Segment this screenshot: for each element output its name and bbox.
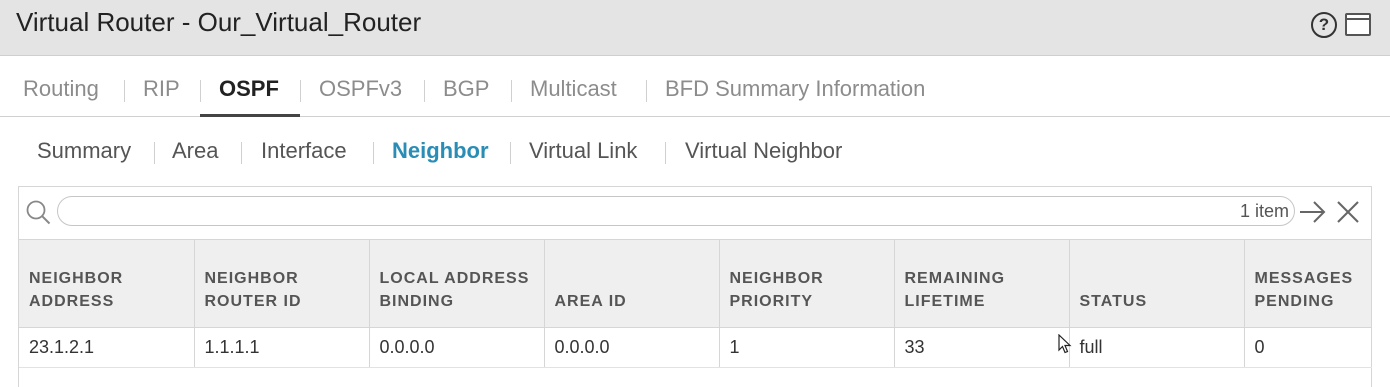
tab-divider: [511, 80, 512, 102]
cell-messages-pending: 0: [1244, 327, 1372, 368]
cell-neighbor-router-id: 1.1.1.1: [194, 327, 370, 368]
item-count: 1 item: [1239, 201, 1289, 221]
column-header-local-address-binding[interactable]: LOCAL ADDRESS BINDING: [369, 239, 545, 328]
tab-routing[interactable]: Routing: [23, 76, 99, 102]
tab-rip[interactable]: RIP: [143, 76, 180, 102]
cell-area-id: 0.0.0.0: [544, 327, 720, 368]
cell-neighbor-priority: 1: [719, 327, 895, 368]
tab-divider: [200, 80, 201, 102]
column-header-neighbor-address[interactable]: NEIGHBOR ADDRESS: [19, 239, 195, 328]
tab-divider: [646, 80, 647, 102]
window-titlebar: Virtual Router - Our_Virtual_Router ?: [0, 0, 1390, 56]
neighbor-grid-panel: 1 item NEIGHBOR ADDRESS NEIGHBOR ROUTER …: [18, 186, 1372, 387]
tab-divider: [373, 142, 374, 164]
column-header-messages-pending[interactable]: MESSAGES PENDING: [1244, 239, 1372, 328]
window-title: Virtual Router - Our_Virtual_Router: [16, 7, 422, 37]
cell-local-address-binding: 0.0.0.0: [369, 327, 545, 368]
column-header-remaining-lifetime[interactable]: REMAINING LIFETIME: [894, 239, 1070, 328]
tab-virtual-neighbor[interactable]: Virtual Neighbor: [685, 138, 842, 164]
grid-toolbar: 1 item: [19, 187, 1371, 239]
table-header-row: NEIGHBOR ADDRESS NEIGHBOR ROUTER ID LOCA…: [19, 239, 1372, 328]
tab-bgp[interactable]: BGP: [443, 76, 489, 102]
active-tab-underline: [200, 114, 300, 117]
column-header-status[interactable]: STATUS: [1069, 239, 1245, 328]
cell-neighbor-address: 23.1.2.1: [19, 327, 195, 368]
cell-status: full: [1069, 327, 1245, 368]
tab-divider: [154, 142, 155, 164]
tab-area[interactable]: Area: [172, 138, 218, 164]
tab-divider: [510, 142, 511, 164]
neighbor-table: NEIGHBOR ADDRESS NEIGHBOR ROUTER ID LOCA…: [19, 239, 1372, 368]
table-row[interactable]: 23.1.2.1 1.1.1.1 0.0.0.0 0.0.0.0 1 33 fu…: [19, 327, 1372, 368]
cell-remaining-lifetime: 33: [894, 327, 1070, 368]
tab-divider: [124, 80, 125, 102]
tab-neighbor[interactable]: Neighbor: [392, 138, 489, 164]
search-input[interactable]: [57, 196, 1295, 226]
arrow-right-icon[interactable]: [1297, 199, 1327, 225]
close-icon[interactable]: [1335, 199, 1361, 225]
tab-ospf[interactable]: OSPF: [219, 76, 279, 102]
mouse-pointer-icon: [1058, 334, 1072, 354]
help-icon[interactable]: ?: [1311, 12, 1337, 38]
search-icon: [26, 200, 51, 225]
tab-divider: [665, 142, 666, 164]
column-header-neighbor-router-id[interactable]: NEIGHBOR ROUTER ID: [194, 239, 370, 328]
tab-divider: [300, 80, 301, 102]
ospf-subtabs: Summary Area Interface Neighbor Virtual …: [0, 126, 1390, 176]
tab-interface[interactable]: Interface: [261, 138, 347, 164]
tab-summary[interactable]: Summary: [37, 138, 131, 164]
column-header-area-id[interactable]: AREA ID: [544, 239, 720, 328]
tab-ospfv3[interactable]: OSPFv3: [319, 76, 402, 102]
tab-virtual-link[interactable]: Virtual Link: [529, 138, 637, 164]
protocol-tabs: Routing RIP OSPF OSPFv3 BGP Multicast BF…: [0, 60, 1390, 117]
window-icon[interactable]: [1345, 13, 1371, 36]
column-header-neighbor-priority[interactable]: NEIGHBOR PRIORITY: [719, 239, 895, 328]
tab-bfd-summary[interactable]: BFD Summary Information: [665, 76, 925, 102]
tab-divider: [241, 142, 242, 164]
tab-divider: [424, 80, 425, 102]
tab-multicast[interactable]: Multicast: [530, 76, 617, 102]
